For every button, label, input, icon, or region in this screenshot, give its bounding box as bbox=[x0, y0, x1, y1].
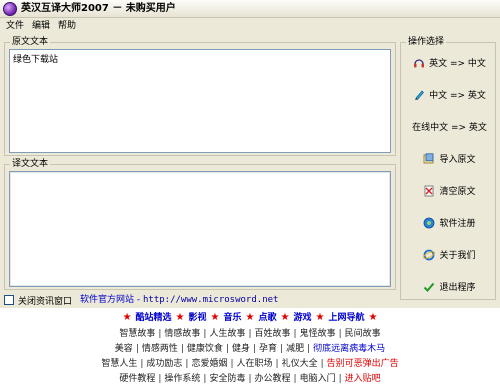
menu-edit[interactable]: 编辑 bbox=[29, 19, 53, 34]
menu-help[interactable]: 帮助 bbox=[55, 19, 79, 34]
link-row: 美容 | 情感两性 | 健康饮食 | 健身 | 孕育 | 减肥 | 彻底远离病毒木马 bbox=[0, 342, 500, 356]
link-item[interactable]: 电脑入门 bbox=[298, 372, 338, 386]
ie-icon bbox=[423, 249, 436, 260]
online-zh-to-en-label: 在线中文 => 英文 bbox=[412, 123, 487, 133]
clear-source-label: 清空原文 bbox=[439, 187, 476, 197]
website-url[interactable]: http://www.microsword.net bbox=[143, 295, 278, 305]
link-item[interactable]: 人生故事 bbox=[207, 327, 247, 341]
import-source-label: 导入原文 bbox=[439, 155, 476, 165]
star-icon: ★ bbox=[175, 312, 185, 323]
link-item[interactable]: 智慧故事 bbox=[117, 327, 157, 341]
close-info-label: 关闭资讯窗口 bbox=[18, 296, 73, 307]
link-item[interactable]: 彻底远离病毒木马 bbox=[311, 342, 387, 356]
register-button[interactable]: 软件注册 bbox=[406, 211, 493, 234]
star-icon: ★ bbox=[280, 312, 290, 323]
link-item[interactable]: 礼仪大全 bbox=[280, 357, 320, 371]
info-links-panel: ★ 酷站精选 ★ 影视 ★ 音乐 ★ 点歌 ★ 游戏 ★ 上网导航 ★ 智慧故事… bbox=[0, 308, 500, 392]
link-item[interactable]: 民间故事 bbox=[343, 327, 383, 341]
en-to-zh-label: 英文 => 中文 bbox=[429, 59, 486, 69]
link-item[interactable]: 百姓故事 bbox=[253, 327, 293, 341]
title-bar[interactable]: 英汉互译大师2007 － 未购买用户 bbox=[0, 0, 500, 18]
nav-song-request[interactable]: 点歌 bbox=[254, 311, 280, 325]
clear-icon bbox=[425, 185, 434, 196]
app-icon bbox=[3, 2, 17, 16]
link-row: 硬件教程 | 操作系统 | 安全防毒 | 办公教程 | 电脑入门 | 进入贴吧 bbox=[0, 372, 500, 386]
en-to-zh-button[interactable]: 英文 => 中文 bbox=[406, 51, 493, 74]
link-item[interactable]: 恋爱婚姻 bbox=[189, 357, 229, 371]
nav-row: ★ 酷站精选 ★ 影视 ★ 音乐 ★ 点歌 ★ 游戏 ★ 上网导航 ★ bbox=[0, 311, 500, 325]
website-link[interactable]: 软件官方网站 - http://www.microsword.net bbox=[80, 294, 278, 306]
close-info-row: 关闭资讯窗口 bbox=[4, 294, 73, 307]
link-item[interactable]: 健身 bbox=[230, 342, 252, 356]
zh-to-en-label: 中文 => 英文 bbox=[429, 91, 486, 101]
link-item[interactable]: 告别可恶弹出广告 bbox=[325, 357, 401, 371]
menu-file[interactable]: 文件 bbox=[3, 19, 27, 34]
link-row: 智慧故事 | 情感故事 | 人生故事 | 百姓故事 | 鬼怪故事 | 民间故事 bbox=[0, 327, 500, 341]
about-button[interactable]: 关于我们 bbox=[406, 243, 493, 266]
close-info-checkbox[interactable] bbox=[4, 295, 14, 305]
source-group: 原文文本 绿色下载站 bbox=[4, 37, 396, 156]
online-zh-to-en-button[interactable]: 在线中文 => 英文 bbox=[406, 115, 493, 138]
star-icon: ★ bbox=[315, 312, 325, 323]
link-item[interactable]: 操作系统 bbox=[162, 372, 202, 386]
headphones-icon bbox=[414, 58, 425, 67]
link-item[interactable]: 鬼怪故事 bbox=[298, 327, 338, 341]
register-icon bbox=[424, 217, 435, 228]
result-group-label: 译文文本 bbox=[10, 159, 51, 170]
menu-bar: 文件 编辑 帮助 bbox=[0, 19, 500, 34]
star-icon: ★ bbox=[245, 312, 255, 323]
result-textarea[interactable] bbox=[9, 171, 391, 287]
link-item[interactable]: 安全防毒 bbox=[207, 372, 247, 386]
link-item[interactable]: 办公教程 bbox=[253, 372, 293, 386]
register-label: 软件注册 bbox=[439, 219, 476, 229]
import-icon bbox=[424, 152, 434, 163]
ops-group: 操作选择 英文 => 中文 中文 => 英文 在线中文 => 英文 导入原文 清… bbox=[400, 37, 496, 300]
result-group: 译文文本 bbox=[4, 159, 396, 290]
about-label: 关于我们 bbox=[439, 251, 476, 261]
link-item[interactable]: 进入贴吧 bbox=[343, 372, 383, 386]
pen-icon bbox=[415, 90, 425, 100]
link-item[interactable]: 健康饮食 bbox=[185, 342, 225, 356]
link-item[interactable]: 成功励志 bbox=[144, 357, 184, 371]
link-item[interactable]: 孕育 bbox=[257, 342, 279, 356]
star-icon: ★ bbox=[368, 312, 378, 323]
nav-music[interactable]: 音乐 bbox=[220, 311, 246, 325]
link-item[interactable]: 硬件教程 bbox=[117, 372, 157, 386]
link-item[interactable]: 人在职场 bbox=[235, 357, 275, 371]
link-item[interactable]: 减肥 bbox=[284, 342, 306, 356]
source-group-label: 原文文本 bbox=[10, 37, 51, 48]
exit-label: 退出程序 bbox=[439, 283, 476, 293]
nav-games[interactable]: 游戏 bbox=[289, 311, 315, 325]
link-item[interactable]: 美容 bbox=[113, 342, 135, 356]
main-window: 英汉互译大师2007 － 未购买用户 文件 编辑 帮助 原文文本 绿色下载站 译… bbox=[0, 0, 500, 392]
website-label: 软件官方网站 - bbox=[80, 295, 143, 305]
link-item[interactable]: 情感两性 bbox=[140, 342, 180, 356]
nav-web-guide[interactable]: 上网导航 bbox=[324, 311, 368, 325]
star-icon: ★ bbox=[122, 312, 132, 323]
link-item[interactable]: 智慧人生 bbox=[99, 357, 139, 371]
zh-to-en-button[interactable]: 中文 => 英文 bbox=[406, 83, 493, 106]
exit-button[interactable]: 退出程序 bbox=[406, 275, 493, 298]
nav-movies[interactable]: 影视 bbox=[185, 311, 211, 325]
ops-group-label: 操作选择 bbox=[406, 37, 447, 48]
source-textarea[interactable]: 绿色下载站 bbox=[9, 49, 391, 153]
clear-source-button[interactable]: 清空原文 bbox=[406, 179, 493, 202]
window-title: 英汉互译大师2007 － 未购买用户 bbox=[21, 3, 176, 14]
link-row: 智慧人生 | 成功励志 | 恋爱婚姻 | 人在职场 | 礼仪大全 | 告别可恶弹出广告 bbox=[0, 357, 500, 371]
import-source-button[interactable]: 导入原文 bbox=[406, 147, 493, 170]
exit-icon bbox=[424, 282, 435, 292]
nav-cool-sites[interactable]: 酷站精选 bbox=[132, 311, 176, 325]
star-icon: ★ bbox=[210, 312, 220, 323]
link-item[interactable]: 情感故事 bbox=[162, 327, 202, 341]
